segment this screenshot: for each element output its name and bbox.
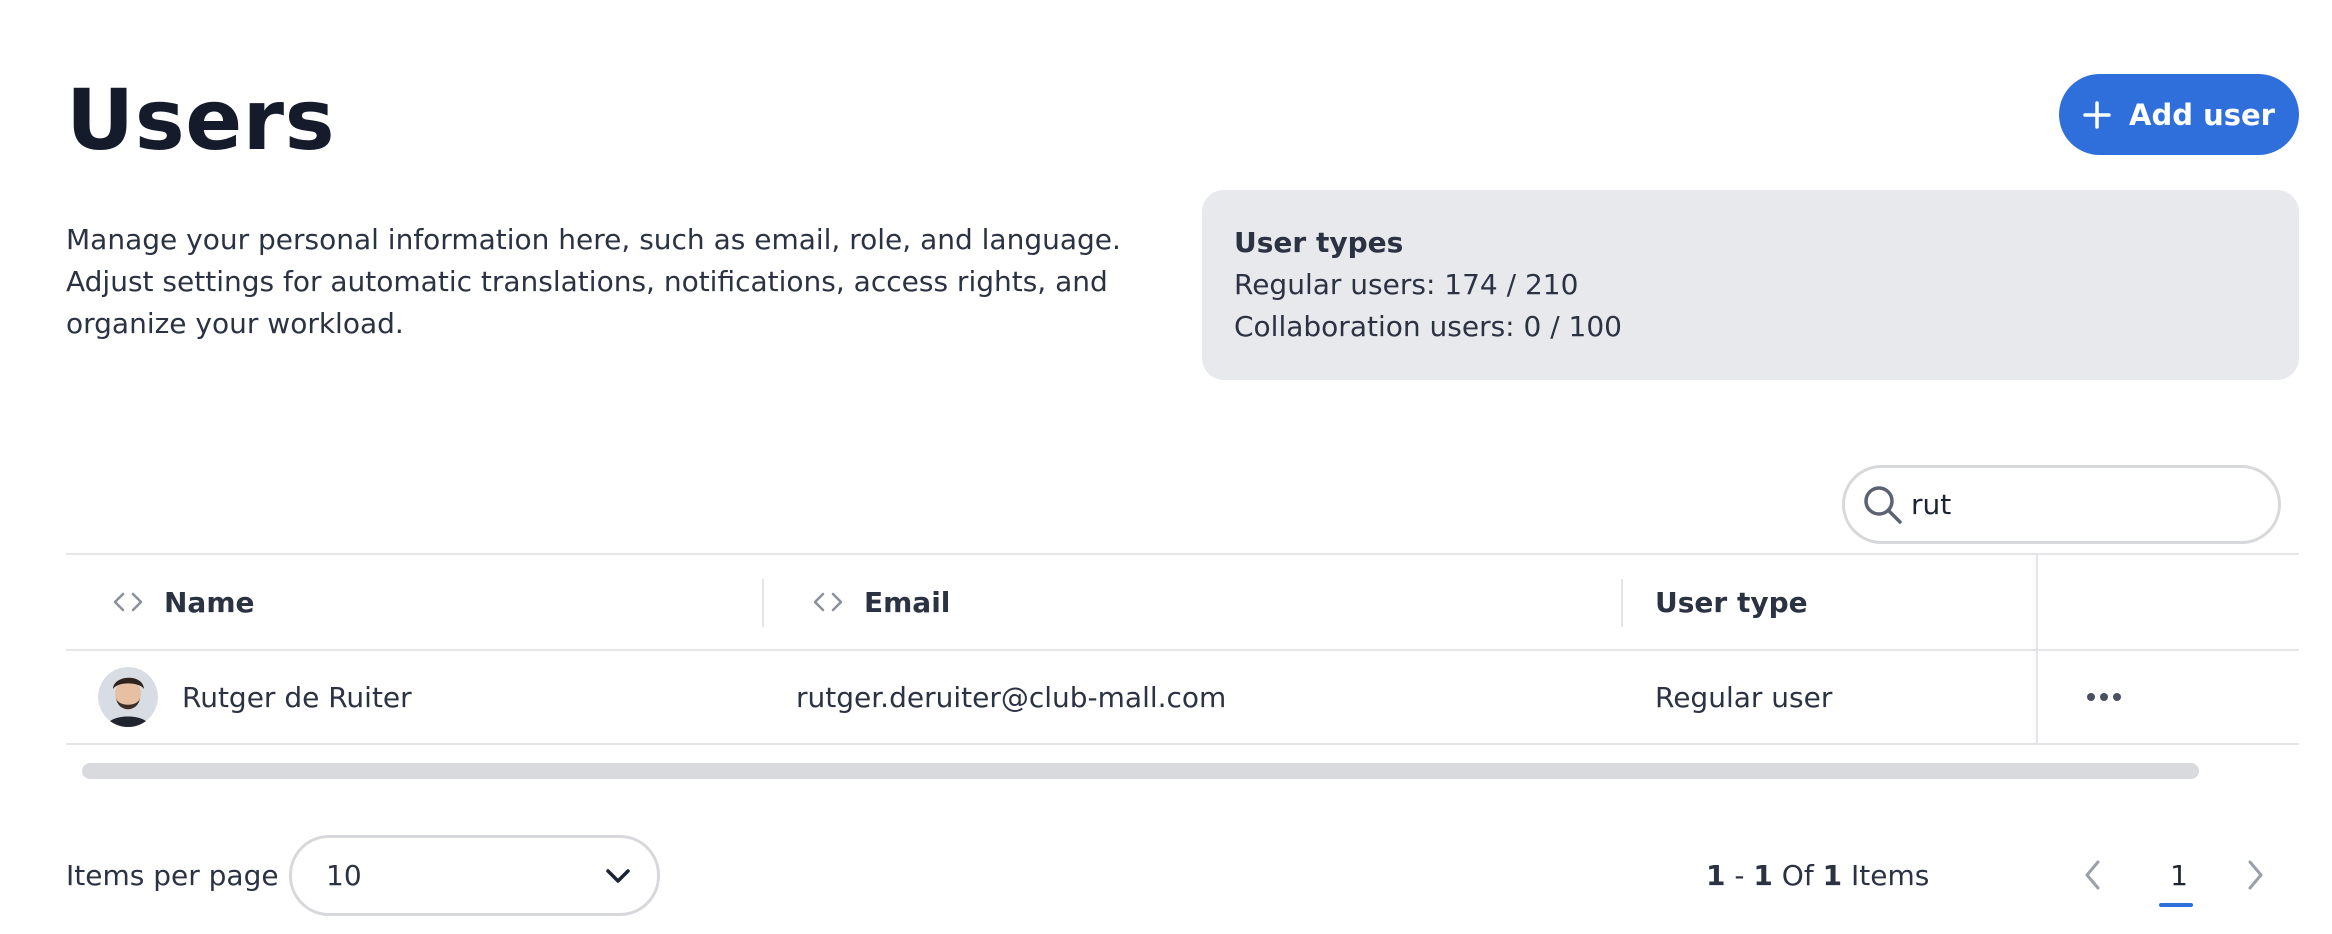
user-types-title: User types [1234,226,1404,259]
chevron-right-icon [2248,860,2263,890]
range-dash: - [1734,859,1745,892]
plus-icon [2083,100,2111,129]
chevron-down-icon [606,868,630,883]
column-header-user-type: User type [1655,555,1808,649]
search-icon [1864,485,1902,524]
add-user-button[interactable]: Add user [2059,74,2299,155]
column-divider[interactable] [1621,579,1623,627]
search-box[interactable] [1842,465,2281,544]
column-header-email[interactable]: Email [812,555,950,649]
users-table: Name Email User type Rutger de Ruiter ru… [66,553,2299,745]
page-number-button[interactable]: 1 [2162,856,2196,896]
user-type-cell: Regular user [1655,651,1832,743]
name-cell: Rutger de Ruiter [98,651,412,743]
add-user-label: Add user [2129,97,2275,132]
column-divider[interactable] [762,579,764,627]
range-end: 1 [1753,859,1773,892]
chevron-left-icon [2085,860,2100,890]
user-type: Regular user [1655,680,1833,714]
table-header: Name Email User type [66,553,2299,649]
more-horizontal-icon [2087,693,2121,701]
previous-page-button[interactable] [2083,858,2103,896]
sort-icon [113,592,143,612]
column-label-name: Name [164,585,255,619]
of-label: Of [1781,859,1814,892]
column-label-email: Email [864,585,951,619]
sticky-column-divider [2036,553,2038,745]
page-size-select[interactable]: 10 [289,835,660,916]
regular-users-count: Regular users: 174 / 210 [1234,268,1579,301]
collaboration-users-count: Collaboration users: 0 / 100 [1234,310,1622,343]
search-input[interactable] [1911,488,2231,521]
pagination-range: 1 - 1 Of 1 Items [1706,856,1929,896]
items-label: Items [1851,859,1930,892]
column-header-name[interactable]: Name [112,555,255,649]
row-actions-button[interactable] [2086,651,2122,743]
avatar [98,667,158,727]
page-size-value: 10 [326,859,362,892]
table-row[interactable]: Rutger de Ruiter rutger.deruiter@club-ma… [66,649,2299,745]
page-title: Users [66,71,336,169]
column-label-user-type: User type [1655,585,1808,619]
horizontal-scrollbar[interactable] [82,763,2199,779]
sort-icon [813,592,843,612]
active-page-indicator [2159,903,2193,907]
user-email: rutger.deruiter@club-mall.com [796,680,1227,714]
email-cell: rutger.deruiter@club-mall.com [796,651,1226,743]
user-name: Rutger de Ruiter [182,680,412,714]
items-per-page-label: Items per page [66,859,279,892]
next-page-button[interactable] [2245,858,2265,896]
user-types-card: User types Regular users: 174 / 210 Coll… [1202,190,2299,380]
range-start: 1 [1706,859,1726,892]
total-items: 1 [1822,859,1843,892]
page-description: Manage your personal information here, s… [66,223,1121,340]
